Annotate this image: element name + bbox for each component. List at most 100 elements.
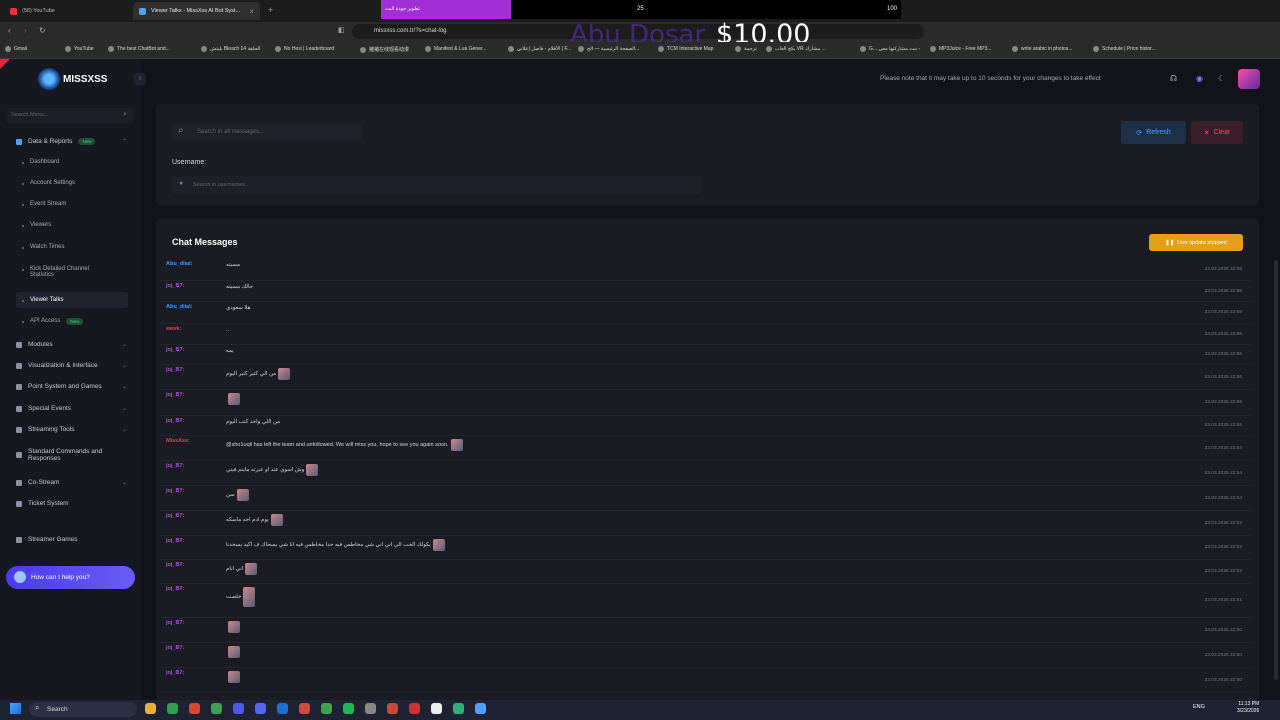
chrome-icon[interactable] — [299, 703, 310, 714]
avatar[interactable] — [1238, 69, 1260, 89]
chat-username[interactable]: joj_B7: — [166, 586, 184, 592]
forward-icon[interactable]: › — [24, 26, 27, 35]
back-icon[interactable]: ‹ — [8, 26, 11, 35]
moon-icon[interactable]: ☾ — [1218, 74, 1225, 83]
message-search-input[interactable]: Search in all messages... — [172, 124, 362, 141]
bookmark-item[interactable]: ترجمة — [735, 46, 757, 52]
bookmark-item[interactable]: 猪猪在线观看动漫 — [360, 46, 409, 53]
discord-icon[interactable] — [255, 703, 266, 714]
sidebar-subitem[interactable]: API Access New — [22, 318, 84, 325]
windows-start-icon[interactable] — [10, 703, 21, 714]
chat-username[interactable]: joj_B7: — [166, 367, 184, 373]
headset-icon[interactable]: ☊ — [1170, 74, 1177, 83]
chat-username[interactable]: joj_B7: — [166, 418, 184, 424]
menu-search-input[interactable]: Search Menu... — [6, 108, 134, 123]
bookmark-item[interactable]: TCM Interactive Map — [658, 46, 713, 52]
new-tab-button[interactable]: + — [268, 5, 273, 15]
chat-username[interactable]: joj_B7: — [166, 645, 184, 651]
xbox-icon[interactable] — [167, 703, 178, 714]
refresh-button[interactable]: ⟳ Refresh — [1121, 121, 1186, 144]
nav-data-reports[interactable]: Data & Reports New — [16, 138, 96, 145]
sidebar-subitem[interactable]: Viewers — [22, 222, 51, 228]
bookmark-item[interactable]: YouTube — [65, 46, 94, 52]
app-icon[interactable] — [387, 703, 398, 714]
chevron-down-icon: ⌄ — [122, 406, 128, 412]
chat-username[interactable]: Abu_diial: — [166, 261, 193, 267]
app-icon[interactable] — [475, 703, 486, 714]
chat-username[interactable]: joj_B7: — [166, 513, 184, 519]
chat-username[interactable]: joj_B7: — [166, 283, 184, 289]
chat-username[interactable]: joj_B7: — [166, 620, 184, 626]
nvidia-icon[interactable] — [211, 703, 222, 714]
app-icon[interactable] — [409, 703, 420, 714]
live-update-button[interactable]: ❚❚ Live update stopped — [1149, 234, 1243, 251]
chat-username[interactable]: MissXss: — [166, 438, 190, 444]
chat-username[interactable]: joj_B7: — [166, 488, 184, 494]
bookmark-item[interactable]: write arabic in photos... — [1012, 46, 1072, 52]
collapse-sidebar-button[interactable]: ‹ — [134, 73, 146, 85]
new-badge: New — [66, 318, 84, 325]
reload-icon[interactable]: ↻ — [39, 26, 46, 35]
bookmark-item[interactable]: بليتش Bleach الحلقة 14 — [201, 46, 261, 52]
bookmark-item[interactable]: No Hesi | Leaderboard — [275, 46, 334, 52]
sidebar-subitem[interactable]: Watch Times — [22, 244, 64, 250]
username-search-input[interactable]: Search in usernames... — [172, 176, 702, 194]
ai-help-button[interactable]: How can I help you? — [6, 566, 135, 589]
system-clock[interactable]: 11:13 PM 3/23/2026 — [1237, 701, 1259, 715]
sidebar-item[interactable]: Standard Commands and Responses — [16, 448, 118, 462]
chat-username[interactable]: joj_B7: — [166, 562, 184, 568]
bookmark-item[interactable]: Manifest & Lua Gener... — [425, 46, 487, 52]
close-icon[interactable]: × — [249, 7, 254, 16]
chat-username[interactable]: joj_B7: — [166, 392, 184, 398]
sidebar-subitem[interactable]: Event Stream — [22, 201, 66, 207]
bookmark-item[interactable]: بكج العاب VR مشارك ... — [766, 46, 826, 52]
folder-icon[interactable] — [145, 703, 156, 714]
discord-icon[interactable]: ◉ — [1196, 74, 1203, 83]
bookmark-item[interactable]: Gmail — [5, 46, 27, 52]
sidebar-item[interactable]: Special Events — [16, 405, 71, 412]
steam-icon[interactable] — [277, 703, 288, 714]
bookmark-item[interactable]: الصفحة الرئيسية — الح... — [578, 46, 639, 52]
tab-youtube[interactable]: (58) YouTube — [4, 2, 130, 20]
chat-username[interactable]: joj_B7: — [166, 347, 184, 353]
sidebar-subitem[interactable]: Account Settings — [22, 180, 75, 186]
chat-username[interactable]: joj_B7: — [166, 538, 184, 544]
chat-username[interactable]: Abu_diial: — [166, 304, 193, 310]
site-icon — [139, 7, 146, 15]
scrollbar[interactable] — [1274, 260, 1278, 680]
sidebar-item[interactable]: Co-Stream — [16, 479, 59, 486]
logo-icon — [38, 68, 60, 90]
brand-logo[interactable]: MISSXSS — [38, 68, 107, 90]
language-indicator[interactable]: ENG — [1193, 704, 1205, 710]
chat-username[interactable]: joj_B7: — [166, 670, 184, 676]
bookmark-item[interactable]: The best ChatBot and... — [108, 46, 170, 52]
sidebar-item[interactable]: Ticket System — [16, 500, 69, 507]
bookmark-icon[interactable]: ◧ — [338, 26, 345, 34]
file-icon[interactable] — [431, 703, 442, 714]
bookmark-item[interactable]: G... نبت مشاركتها معي - — [860, 46, 920, 52]
sidebar-item[interactable]: Streaming Tools — [16, 426, 75, 433]
sidebar-item[interactable]: Streamer Games — [16, 536, 78, 543]
app-icon[interactable] — [233, 703, 244, 714]
bookmark-item[interactable]: الأفلام - فاصل إعلاني | F... — [508, 46, 571, 52]
sidebar-item[interactable]: Point System and Games — [16, 383, 102, 390]
brave-icon[interactable] — [189, 703, 200, 714]
bookmark-item[interactable]: Schedule | Price histor... — [1093, 46, 1156, 52]
tab-viewer-talks[interactable]: Viewer Talks - MissXss AI Bot Syst... × — [133, 2, 260, 20]
app-icon[interactable] — [365, 703, 376, 714]
chat-username[interactable]: ewvk: — [166, 326, 181, 332]
taskbar-search[interactable]: Search — [29, 702, 137, 717]
clear-button[interactable]: ✕ Clear — [1191, 121, 1243, 144]
sidebar-subitem[interactable]: Kick Detailed Channel Statistics — [22, 266, 112, 278]
live-status-label: Live update stopped — [1177, 239, 1227, 246]
chat-username[interactable]: joj_B7: — [166, 463, 184, 469]
game-icon[interactable] — [321, 703, 332, 714]
bookmark-item[interactable]: MP3Juice - Free MP3... — [930, 46, 992, 52]
spotify-icon[interactable] — [343, 703, 354, 714]
sidebar-subitem[interactable]: Dashboard — [22, 159, 59, 165]
chat-message-row: joj_B7: من اللي واحد كتب اليوم 23.03.2026 … — [160, 416, 1250, 436]
app-icon[interactable] — [453, 703, 464, 714]
sidebar-subitem[interactable]: Viewer Talks — [22, 297, 63, 303]
sidebar-item[interactable]: Modules — [16, 341, 53, 348]
sidebar-item[interactable]: Visualization & Interface — [16, 362, 98, 369]
